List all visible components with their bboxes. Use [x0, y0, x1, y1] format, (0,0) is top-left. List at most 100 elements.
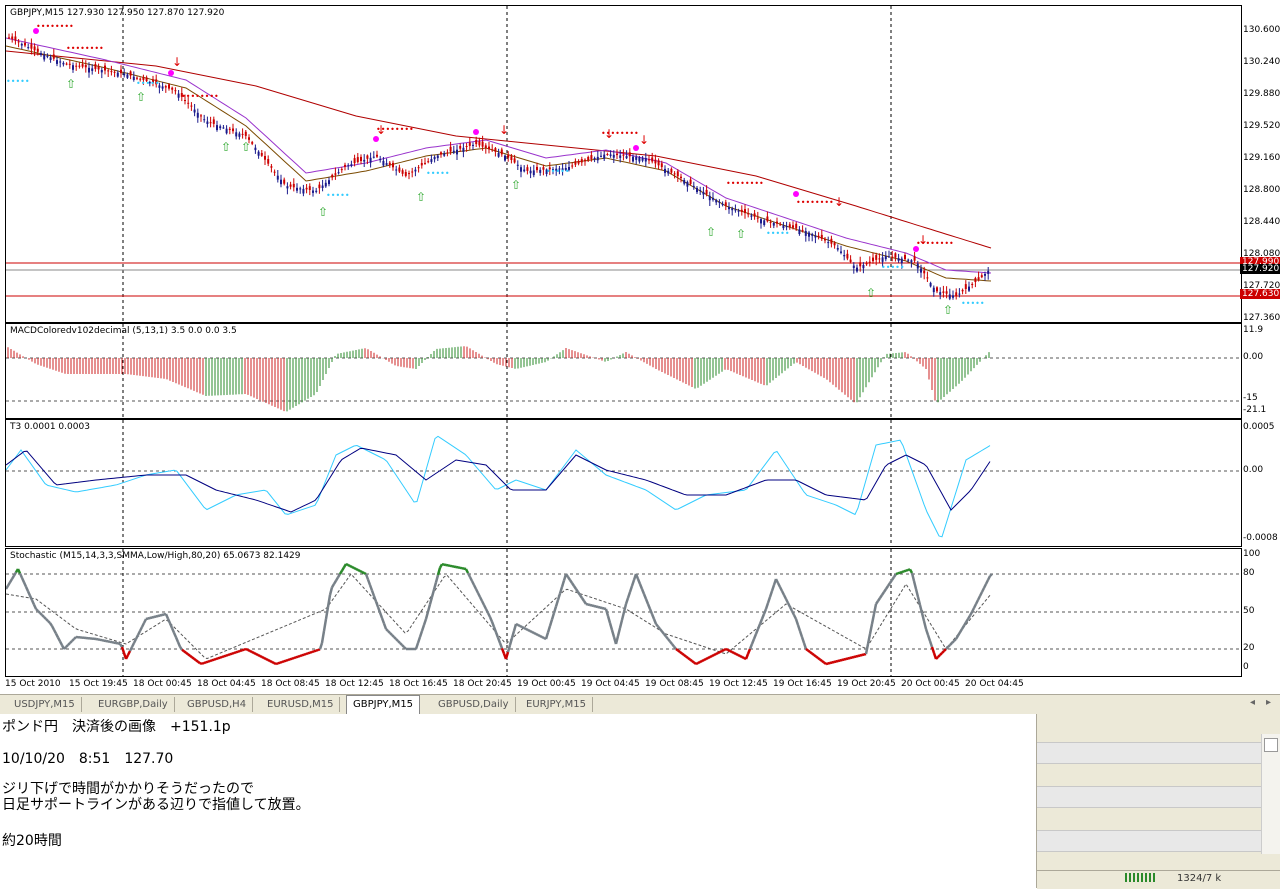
candle-body — [50, 57, 52, 60]
stochastic-main-line — [526, 629, 528, 630]
candle-body — [632, 157, 634, 162]
stochastic-main-line — [950, 643, 952, 645]
stochastic-main-line — [720, 651, 722, 652]
vertical-scrollbar[interactable] — [1261, 734, 1280, 854]
stochastic-main-line — [654, 619, 656, 624]
candle-body — [664, 169, 666, 173]
stochastic-main-line — [980, 592, 982, 596]
tab-scroll-right-icon[interactable]: ▸ — [1266, 697, 1271, 708]
stochastic-main-line — [798, 625, 800, 631]
t3-tick: 0.00 — [1243, 465, 1263, 475]
price-chart-pane[interactable]: ⇧⇧⇧⇧⇧⇧⇧⇧⇧⇧⇧↓↓↓↓↓↓↓••••••••••••••••••••••… — [5, 5, 1242, 323]
candle-body — [456, 150, 458, 155]
stochastic-main-line — [990, 574, 992, 576]
macd-tick: -21.1 — [1243, 405, 1266, 415]
stochastic-main-line — [734, 653, 736, 654]
stochastic-main-line — [60, 641, 62, 645]
candle-body — [379, 159, 381, 160]
stochastic-main-line — [422, 625, 424, 631]
candle-body — [533, 170, 535, 175]
side-row[interactable] — [1037, 830, 1261, 852]
candle-body — [126, 75, 128, 78]
stochastic-main-line — [890, 580, 892, 583]
candle-body — [702, 192, 704, 195]
stochastic-main-line — [188, 654, 190, 656]
buy-arrow-icon: ⇧ — [66, 77, 76, 91]
support-dots: ••••• — [881, 263, 905, 272]
candle-body — [270, 166, 272, 168]
stochastic-main-line — [570, 580, 572, 583]
stochastic-main-line — [876, 601, 878, 604]
stochastic-main-line — [780, 587, 782, 591]
macd-pane[interactable]: MACDColoredv102decimal (5,13,1) 3.5 0.0 … — [5, 323, 1242, 419]
candle-body — [709, 196, 711, 200]
stochastic-main-line — [706, 658, 708, 659]
stochastic-main-line — [280, 662, 282, 663]
side-row[interactable] — [1037, 742, 1261, 764]
stochastic-main-line — [884, 589, 886, 592]
stochastic-main-line — [44, 617, 46, 619]
candle-body — [840, 252, 842, 253]
tab-eurgbp-daily[interactable]: EURGBP,Daily — [92, 697, 175, 712]
tab-gbpusd-h4[interactable]: GBPUSD,H4 — [181, 697, 253, 712]
stochastic-main-line — [964, 622, 966, 625]
tab-gbpjpy-m15[interactable]: GBPJPY,M15 — [346, 695, 420, 714]
stochastic-pane[interactable]: Stochastic (M15,14,3,3,SMMA,Low/High,80,… — [5, 548, 1242, 677]
stochastic-main-line — [134, 639, 136, 643]
candle-body — [459, 146, 461, 149]
stochastic-main-line — [400, 643, 402, 645]
stochastic-main-line — [182, 650, 184, 652]
side-row[interactable] — [1037, 786, 1261, 808]
stochastic-main-line — [748, 649, 750, 654]
stochastic-main-line — [256, 654, 258, 655]
stochastic-main-line — [484, 605, 486, 609]
stochastic-main-line — [782, 591, 784, 595]
stochastic-main-line — [350, 566, 352, 567]
candle-body — [850, 260, 852, 262]
support-dots: ••••• — [6, 77, 30, 86]
stochastic-main-line — [242, 650, 244, 651]
stochastic-main-line — [178, 642, 180, 647]
stochastic-main-line — [826, 664, 828, 665]
stochastic-main-line — [248, 650, 250, 651]
candle-body — [610, 155, 612, 156]
stochastic-main-line — [286, 660, 288, 661]
candle-body — [734, 210, 736, 211]
candle-body — [347, 165, 349, 166]
candle-body — [312, 191, 314, 193]
stochastic-main-line — [540, 636, 542, 637]
stochastic-main-line — [398, 641, 400, 643]
buy-arrow-icon: ⇧ — [221, 140, 231, 154]
candle-body — [699, 190, 701, 191]
stochastic-main-line — [138, 631, 140, 635]
stochastic-main-line — [892, 577, 894, 580]
stochastic-axis: 100 80 50 20 0 — [1240, 548, 1280, 675]
candle-body — [338, 172, 340, 173]
tab-eurjpy-m15[interactable]: EURJPY,M15 — [520, 697, 593, 712]
stochastic-main-line — [500, 643, 502, 648]
stochastic-main-line — [588, 605, 590, 606]
candle-body — [443, 154, 445, 156]
stochastic-main-line — [508, 645, 510, 652]
stochastic-main-line — [314, 651, 316, 652]
chart-window[interactable]: ⇧⇧⇧⇧⇧⇧⇧⇧⇧⇧⇧↓↓↓↓↓↓↓••••••••••••••••••••••… — [0, 0, 1280, 693]
scroll-thumb[interactable] — [1264, 738, 1278, 752]
stochastic-main-line — [644, 594, 646, 599]
candle-body — [14, 37, 16, 41]
buy-arrow-icon: ⇧ — [943, 303, 953, 317]
candle-body — [942, 291, 944, 293]
candle-body — [661, 163, 663, 167]
stochastic-main-line — [820, 660, 822, 662]
stochastic-main-line — [122, 647, 124, 653]
tab-usdjpy-m15[interactable]: USDJPY,M15 — [8, 697, 82, 712]
tab-eurusd-m15[interactable]: EURUSD,M15 — [261, 697, 340, 712]
time-tick: 18 Oct 04:45 — [197, 679, 256, 689]
tab-scroll-left-icon[interactable]: ◂ — [1250, 697, 1255, 708]
t3-pane[interactable]: T3 0.0001 0.0003 — [5, 419, 1242, 547]
candle-body — [619, 155, 621, 158]
terminal-side-panel: 1324/7 k — [1036, 714, 1280, 888]
stochastic-main-line — [302, 655, 304, 656]
tab-gbpusd-daily[interactable]: GBPUSD,Daily — [432, 697, 516, 712]
candle-body — [824, 239, 826, 241]
candle-body — [210, 122, 212, 123]
